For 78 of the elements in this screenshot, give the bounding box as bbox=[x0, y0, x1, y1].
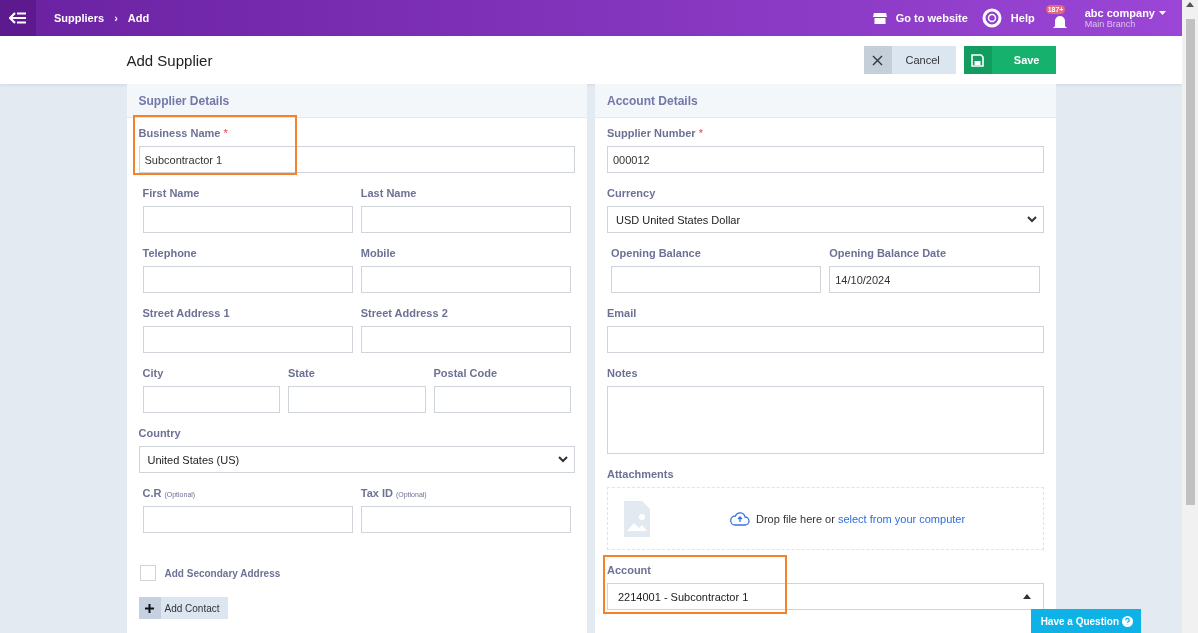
field-label: Opening Balance bbox=[611, 247, 701, 259]
field-label: City bbox=[142, 367, 164, 379]
chevron-down-icon bbox=[1026, 216, 1037, 223]
field-label: Business Name bbox=[138, 127, 221, 139]
field-label: Account bbox=[607, 564, 651, 576]
cloud-upload-icon bbox=[730, 511, 750, 526]
select-field[interactable]: 2214001 - Subcontractor 1 bbox=[607, 583, 1044, 610]
input-field[interactable] bbox=[360, 266, 571, 293]
plus-icon bbox=[145, 603, 154, 613]
required-mark: * bbox=[698, 127, 703, 139]
input-field[interactable]: 000012 bbox=[607, 146, 1044, 173]
add-contact-button[interactable]: Add Contact bbox=[138, 597, 228, 619]
input-field[interactable] bbox=[142, 266, 353, 293]
field-label: Supplier Number bbox=[607, 127, 696, 139]
field-label: Email bbox=[607, 307, 637, 319]
field-label: Last Name bbox=[360, 187, 417, 199]
input-field[interactable]: Subcontractor 1 bbox=[138, 146, 575, 173]
back-button[interactable] bbox=[0, 0, 36, 36]
breadcrumb-link[interactable]: Suppliers bbox=[54, 12, 105, 24]
field-label: C.R bbox=[142, 487, 162, 499]
panel-title: Supplier Details bbox=[126, 84, 587, 118]
field-label: Mobile bbox=[360, 247, 396, 259]
checkbox[interactable] bbox=[139, 565, 156, 581]
input-field[interactable] bbox=[360, 326, 571, 353]
field-label: Telephone bbox=[142, 247, 197, 259]
field-label: Currency bbox=[607, 187, 656, 199]
lifebuoy-icon bbox=[981, 8, 1002, 28]
panel-title: Account Details bbox=[595, 84, 1056, 118]
input-field[interactable] bbox=[142, 206, 353, 233]
field-label: Attachments bbox=[607, 468, 674, 480]
field-label: Tax ID bbox=[360, 487, 393, 499]
field-label: State bbox=[288, 367, 315, 379]
company-menu[interactable]: abc company bbox=[1084, 7, 1166, 19]
field-label: Street Address 2 bbox=[360, 307, 448, 319]
input-field[interactable] bbox=[142, 506, 353, 533]
caret-up-icon bbox=[1022, 594, 1031, 599]
image-file-icon bbox=[624, 500, 650, 537]
field-label: Street Address 1 bbox=[142, 307, 230, 319]
help-link[interactable]: Help bbox=[981, 8, 1035, 28]
checkbox-label: Add Secondary Address bbox=[164, 567, 281, 579]
scrollbar-thumb[interactable] bbox=[1185, 19, 1195, 505]
scroll-up-icon bbox=[1186, 2, 1194, 7]
input-field[interactable] bbox=[611, 266, 822, 293]
input-field[interactable]: 14/10/2024 bbox=[829, 266, 1040, 293]
textarea-field[interactable] bbox=[607, 386, 1044, 454]
bell-icon bbox=[1051, 14, 1068, 30]
breadcrumb-separator: › bbox=[114, 12, 118, 24]
input-field[interactable] bbox=[607, 326, 1044, 353]
cancel-button[interactable]: Cancel bbox=[863, 46, 956, 74]
field-label: First Name bbox=[142, 187, 200, 199]
breadcrumb-link[interactable]: Add bbox=[127, 12, 150, 24]
field-label: Postal Code bbox=[433, 367, 498, 379]
select-field[interactable]: USD United States Dollar bbox=[607, 206, 1044, 233]
drop-instruction: Drop file here or select from your computer bbox=[756, 512, 966, 525]
close-icon bbox=[872, 54, 884, 66]
chevron-down-icon bbox=[558, 456, 568, 463]
field-label: Country bbox=[138, 427, 181, 439]
required-mark: * bbox=[223, 127, 228, 139]
branch-name: Main Branch bbox=[1084, 19, 1136, 29]
select-file-link[interactable]: select from your computer bbox=[837, 512, 966, 525]
save-icon bbox=[971, 53, 985, 67]
input-field[interactable] bbox=[142, 326, 353, 353]
input-field[interactable] bbox=[288, 386, 426, 413]
input-field[interactable] bbox=[360, 206, 571, 233]
storefront-icon bbox=[872, 12, 887, 24]
input-field[interactable] bbox=[142, 386, 280, 413]
scrollbar[interactable] bbox=[1182, 0, 1198, 633]
website-link[interactable]: Go to website bbox=[872, 12, 968, 24]
field-label: Notes bbox=[607, 367, 638, 379]
page-title: Add Supplier bbox=[126, 51, 213, 69]
select-field[interactable]: United States (US) bbox=[138, 446, 575, 473]
caret-down-icon bbox=[1159, 11, 1166, 15]
file-dropzone[interactable]: Drop file here or select from your computer bbox=[607, 487, 1044, 550]
field-label: Opening Balance Date bbox=[829, 247, 946, 259]
input-field[interactable] bbox=[433, 386, 571, 413]
input-field[interactable] bbox=[360, 506, 571, 533]
back-arrow-icon bbox=[9, 12, 27, 24]
question-mark-icon bbox=[1122, 615, 1133, 627]
